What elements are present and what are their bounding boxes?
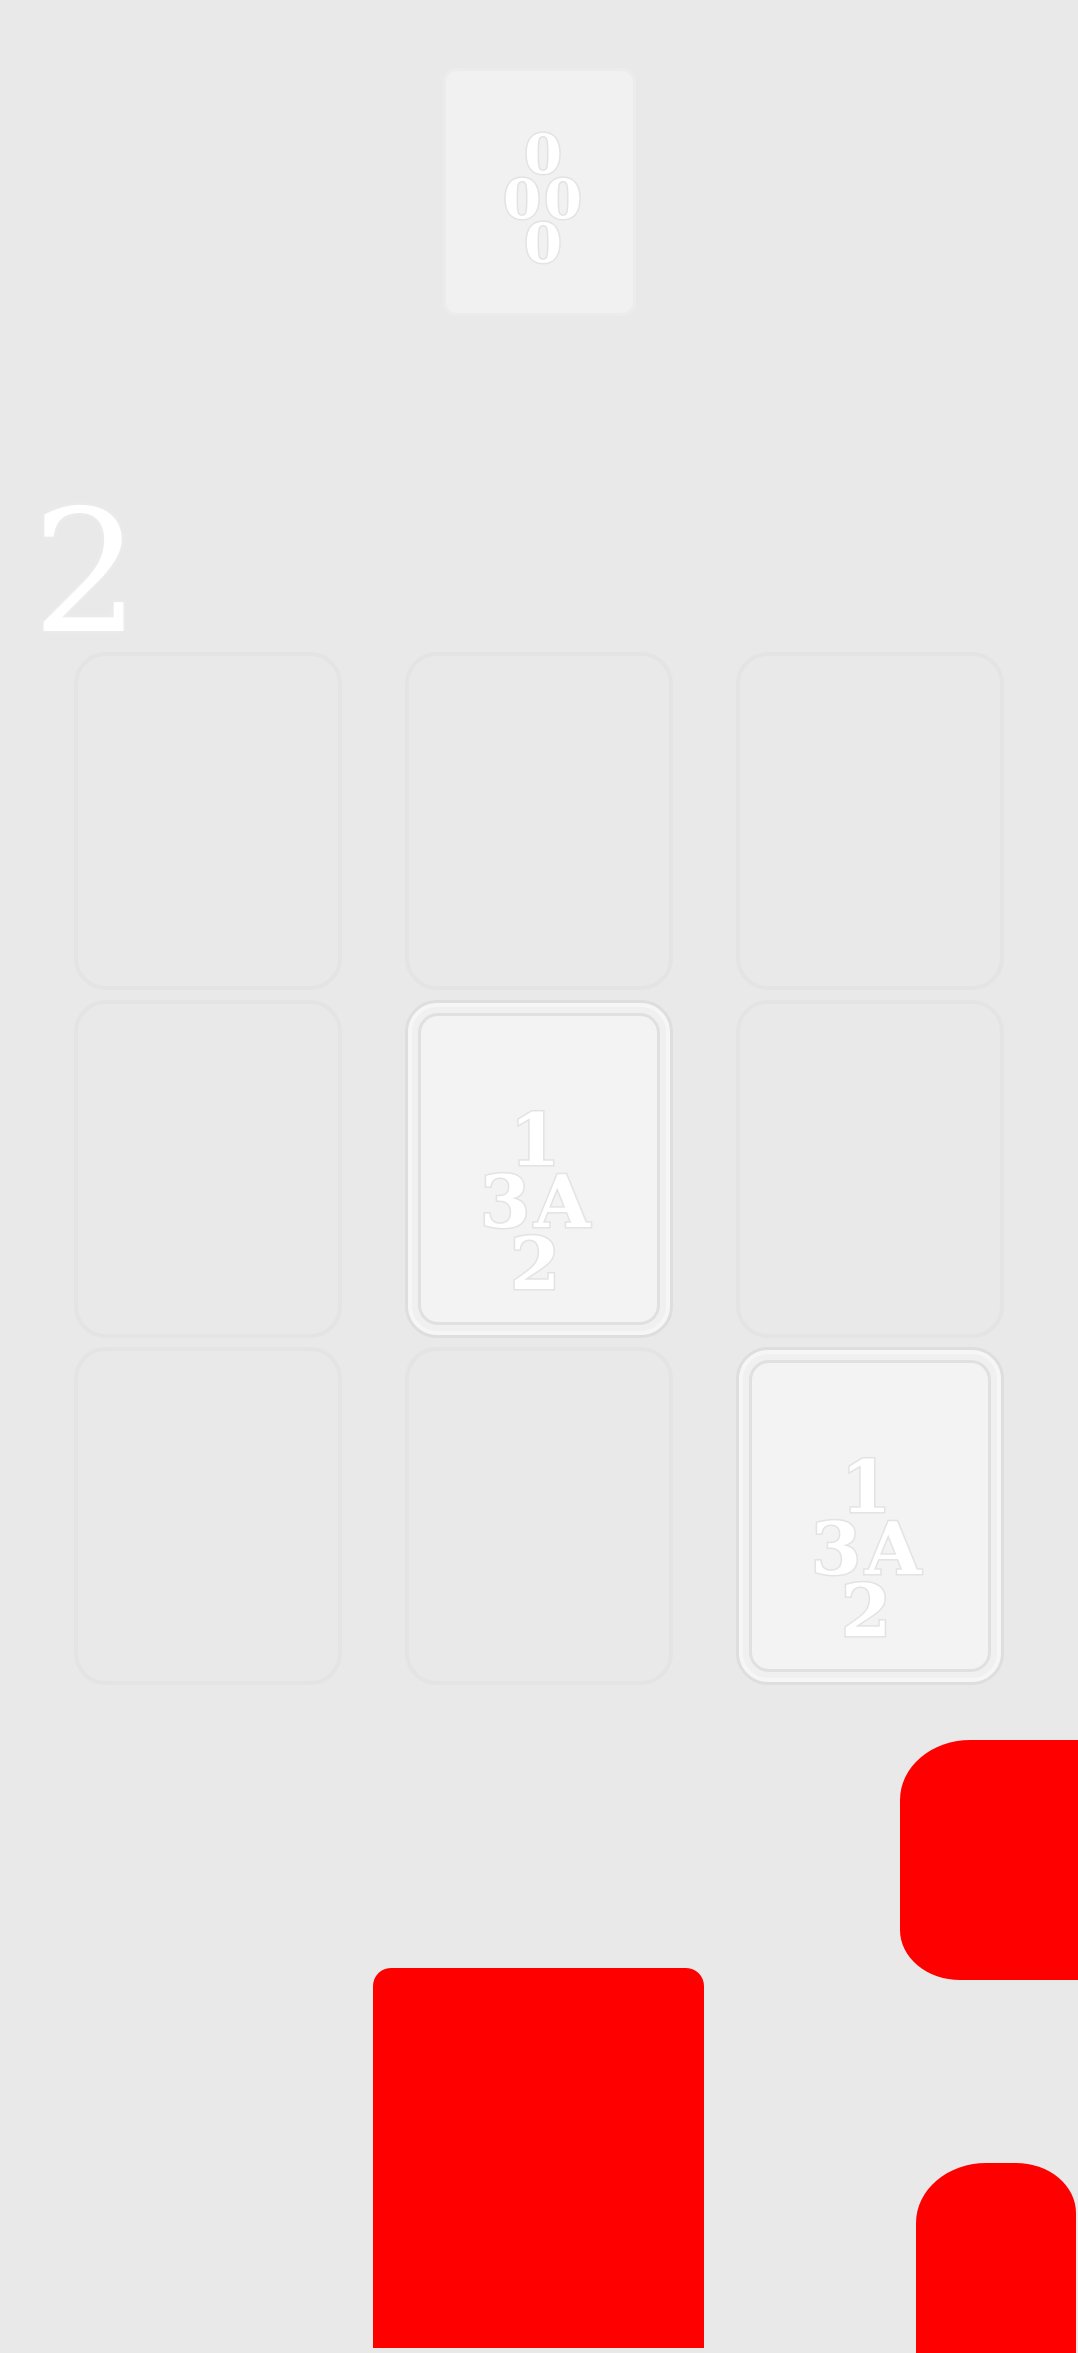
placed-card: 1 3 A 2 [418, 1013, 660, 1325]
next-card-glyph-bottom: 0 [523, 211, 564, 275]
placed-card: 1 3 A 2 [749, 1360, 991, 1672]
red-blob-right-upper [900, 1740, 1078, 1980]
score-counter: 2 [32, 474, 141, 672]
next-card-face: 0 0 0 0 [446, 71, 633, 313]
board-slot-r3-c3[interactable]: 1 3 A 2 [736, 1347, 1004, 1685]
board-slot-r2-c3[interactable] [736, 1000, 1004, 1338]
red-blob-right-lower [916, 2163, 1076, 2353]
next-card[interactable]: 0 0 0 0 [443, 68, 636, 316]
board-slot-r2-c1[interactable] [74, 1000, 342, 1338]
card-glyph-bottom: 2 [508, 1221, 561, 1306]
board-slot-r3-c1[interactable] [74, 1347, 342, 1685]
card-glyph-bottom: 2 [839, 1568, 892, 1653]
board-slot-r1-c1[interactable] [74, 652, 342, 990]
board-slot-r3-c2[interactable] [405, 1347, 673, 1685]
board-slot-r1-c2[interactable] [405, 652, 673, 990]
board-slot-r2-c2[interactable]: 1 3 A 2 [405, 1000, 673, 1338]
red-card-bottom[interactable] [373, 1968, 704, 2348]
board-slot-r1-c3[interactable] [736, 652, 1004, 990]
